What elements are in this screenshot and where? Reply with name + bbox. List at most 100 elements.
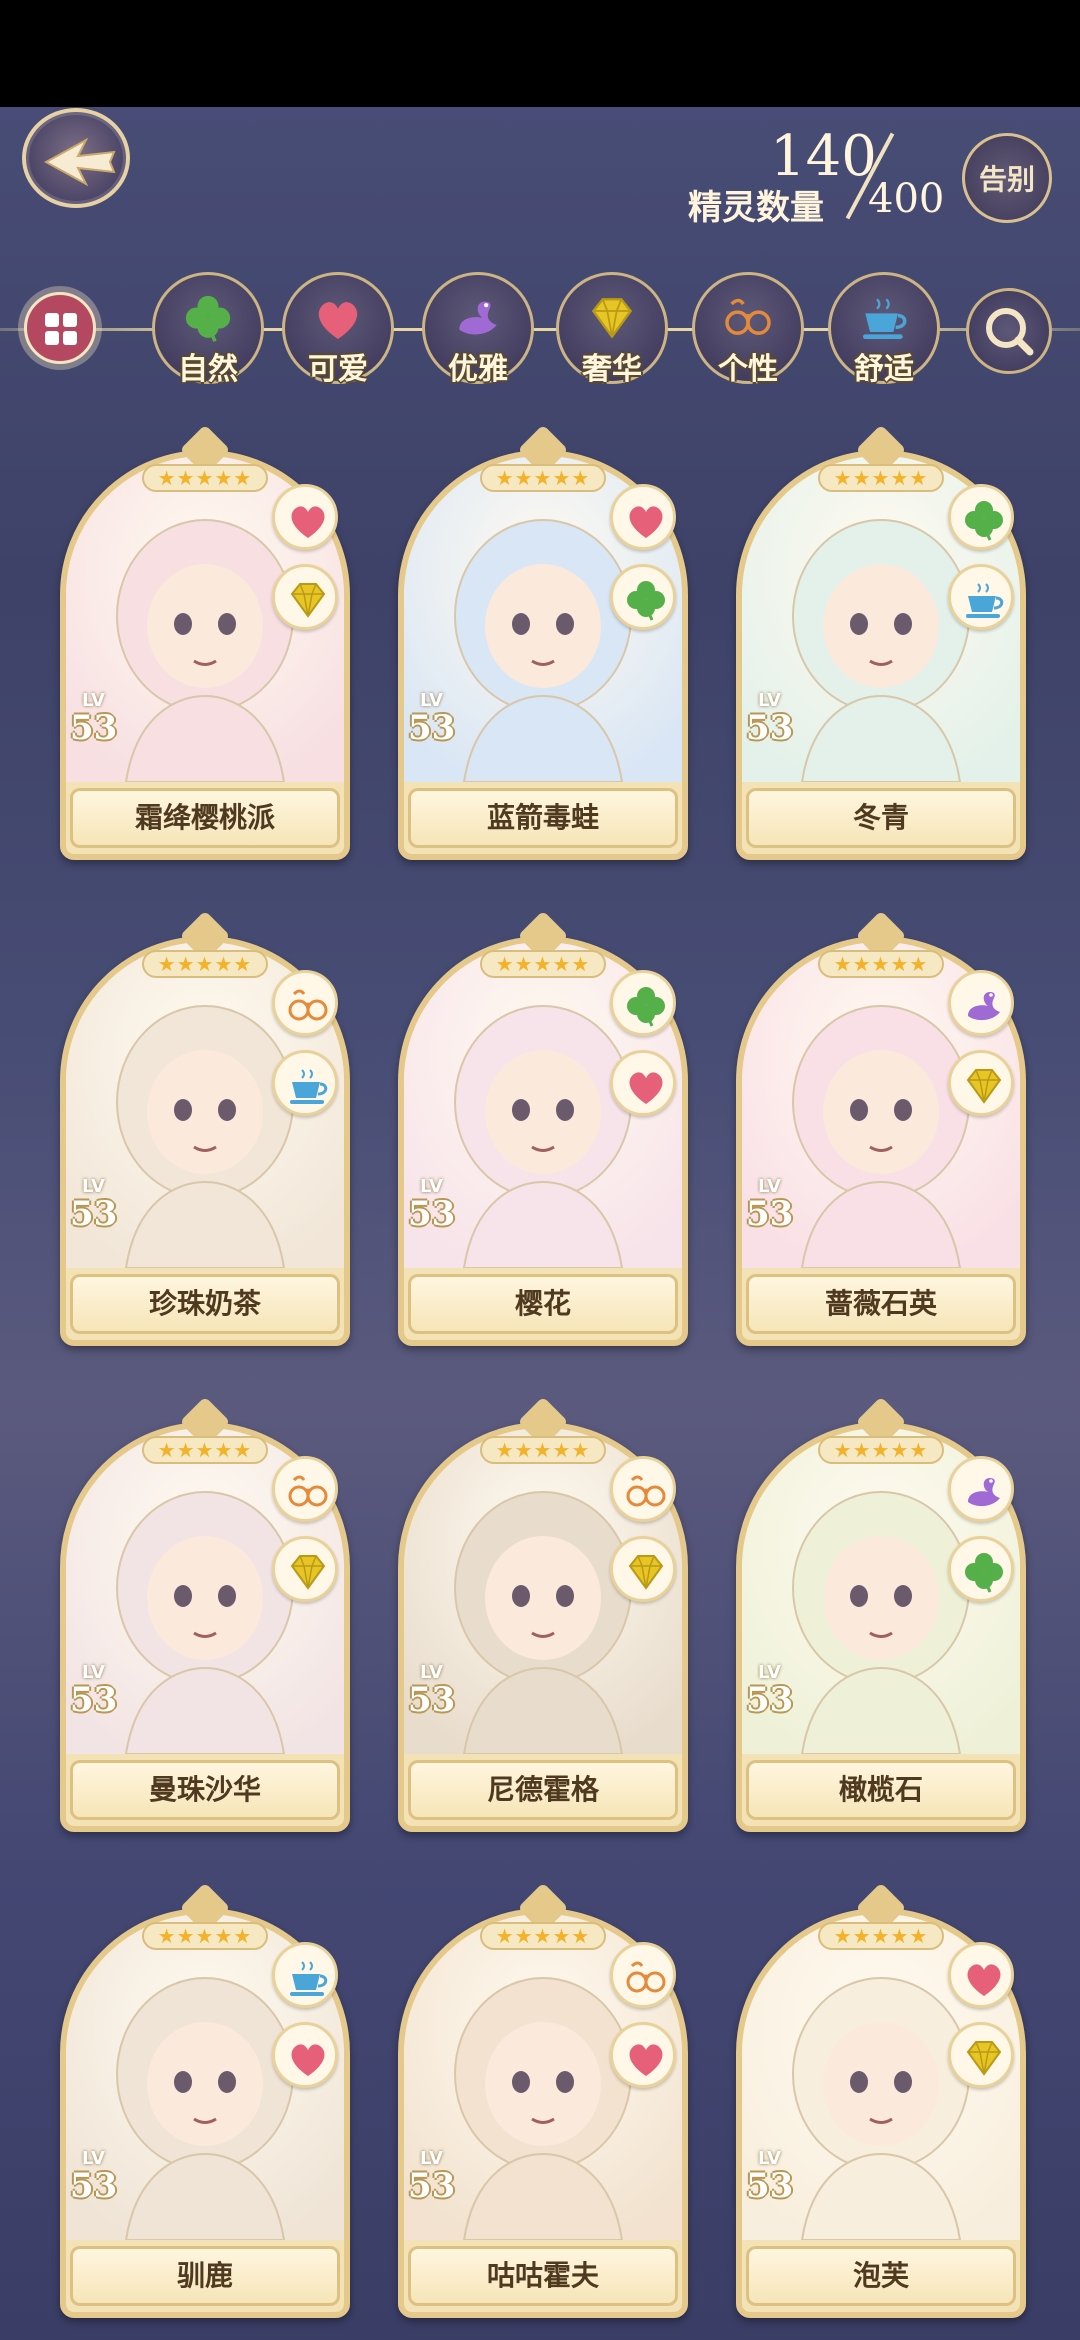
heart-icon [629, 1072, 663, 1104]
spirit-card[interactable]: 曼珠沙华 ★★★★★ LV 53 [60, 1396, 350, 1832]
spirit-name: 霜绛樱桃派 [70, 788, 340, 848]
level-tag: LV 53 [740, 1662, 814, 1717]
spirit-card[interactable]: 蔷薇石英 ★★★★★ LV 53 [736, 910, 1026, 1346]
attribute-badge [610, 2022, 676, 2088]
attribute-badge [948, 1942, 1014, 2008]
spirit-name: 蔷薇石英 [746, 1274, 1016, 1334]
filter-label: 奢华 [582, 352, 642, 387]
level-tag: LV 53 [402, 690, 476, 745]
clover-icon [965, 501, 1003, 541]
spirit-card[interactable]: 咕咕霍夫 ★★★★★ LV 53 [398, 1882, 688, 2318]
attribute-badge [610, 1536, 676, 1602]
spirit-name: 樱花 [408, 1274, 678, 1334]
star-rating: ★★★★★ [818, 464, 944, 492]
spirit-card[interactable]: 尼德霍格 ★★★★★ LV 53 [398, 1396, 688, 1832]
star-rating: ★★★★★ [480, 950, 606, 978]
spirit-card[interactable]: 珍珠奶茶 ★★★★★ LV 53 [60, 910, 350, 1346]
status-bar [0, 0, 1080, 107]
filter-label: 优雅 [448, 352, 508, 387]
star-rating: ★★★★★ [818, 1436, 944, 1464]
glasses-icon [288, 989, 328, 1021]
level-tag: LV 53 [402, 1662, 476, 1717]
diamond-icon [591, 298, 633, 339]
attribute-badge [272, 1536, 338, 1602]
level-value: 53 [408, 1194, 456, 1234]
filter-label: 个性 [718, 352, 778, 387]
farewell-button[interactable]: 告别 [962, 133, 1052, 223]
swan-icon [968, 992, 1000, 1021]
attribute-badge [948, 1456, 1014, 1522]
star-rating: ★★★★★ [142, 950, 268, 978]
spirit-name: 泡芙 [746, 2246, 1016, 2306]
level-value: 53 [408, 708, 456, 748]
star-rating: ★★★★★ [480, 464, 606, 492]
attribute-badge [272, 1942, 338, 2008]
level-tag: LV 53 [740, 690, 814, 745]
diamond-icon [628, 1555, 664, 1590]
spirit-card[interactable]: 泡芙 ★★★★★ LV 53 [736, 1882, 1026, 2318]
diamond-icon [290, 583, 326, 618]
heart-icon [291, 506, 325, 538]
spirit-card[interactable]: 冬青 ★★★★★ LV 53 [736, 424, 1026, 860]
clover-icon [965, 1553, 1003, 1593]
spirit-card[interactable]: 蓝箭毒蛙 ★★★★★ LV 53 [398, 424, 688, 860]
spirit-name: 驯鹿 [70, 2246, 340, 2306]
heart-icon [318, 302, 358, 339]
spirit-card[interactable]: 樱花 ★★★★★ LV 53 [398, 910, 688, 1346]
attribute-badge [272, 1456, 338, 1522]
spirit-name: 曼珠沙华 [70, 1760, 340, 1820]
filter-icon-wrap [310, 290, 366, 346]
teacup-icon [863, 298, 907, 339]
spirit-card[interactable]: 驯鹿 ★★★★★ LV 53 [60, 1882, 350, 2318]
level-tag: LV 53 [64, 690, 138, 745]
attribute-badge [610, 1050, 676, 1116]
filter-diamond[interactable]: 奢华 [556, 272, 668, 387]
glasses-icon [626, 1961, 666, 1993]
filter-all-button[interactable] [24, 292, 96, 364]
filter-icon-wrap [720, 290, 776, 346]
grid-icon [45, 313, 77, 345]
filter-icon-wrap [450, 290, 506, 346]
attribute-badge [272, 1050, 338, 1116]
star-rating: ★★★★★ [142, 1922, 268, 1950]
spirit-card[interactable]: 橄榄石 ★★★★★ LV 53 [736, 1396, 1026, 1832]
level-tag: LV 53 [402, 1176, 476, 1231]
back-arrow-icon [43, 137, 116, 187]
teacup-icon [966, 583, 1004, 618]
spirit-name: 尼德霍格 [408, 1760, 678, 1820]
level-value: 53 [746, 2166, 794, 2206]
level-tag: LV 53 [64, 2148, 138, 2203]
attribute-badge [272, 970, 338, 1036]
level-tag: LV 53 [64, 1176, 138, 1231]
back-button[interactable] [22, 108, 130, 208]
filter-label: 可爱 [308, 352, 368, 387]
level-tag: LV 53 [64, 1662, 138, 1717]
attribute-badge [610, 1942, 676, 2008]
heart-icon [967, 1964, 1001, 1996]
attribute-badge [948, 970, 1014, 1036]
filter-heart[interactable]: 可爱 [282, 272, 394, 387]
spirit-name: 咕咕霍夫 [408, 2246, 678, 2306]
search-button[interactable] [966, 288, 1052, 374]
level-value: 53 [746, 1194, 794, 1234]
spirit-count: 140 精灵数量 400 [688, 120, 960, 230]
attribute-badge [272, 564, 338, 630]
filter-teacup[interactable]: 舒适 [828, 272, 940, 387]
filter-glasses[interactable]: 个性 [692, 272, 804, 387]
spirit-card[interactable]: 霜绛樱桃派 ★★★★★ LV 53 [60, 424, 350, 860]
attribute-badge [948, 564, 1014, 630]
star-rating: ★★★★★ [818, 1922, 944, 1950]
star-rating: ★★★★★ [818, 950, 944, 978]
glasses-icon [288, 1475, 328, 1507]
filter-clover[interactable]: 自然 [152, 272, 264, 387]
diamond-icon [290, 1555, 326, 1590]
spirit-name: 橄榄石 [746, 1760, 1016, 1820]
filter-swan[interactable]: 优雅 [422, 272, 534, 387]
heart-icon [629, 2044, 663, 2076]
level-tag: LV 53 [402, 2148, 476, 2203]
filter-icon-wrap [584, 290, 640, 346]
filter-icon-wrap [856, 290, 912, 346]
level-value: 53 [408, 2166, 456, 2206]
attribute-badge [948, 2022, 1014, 2088]
star-rating: ★★★★★ [142, 1436, 268, 1464]
